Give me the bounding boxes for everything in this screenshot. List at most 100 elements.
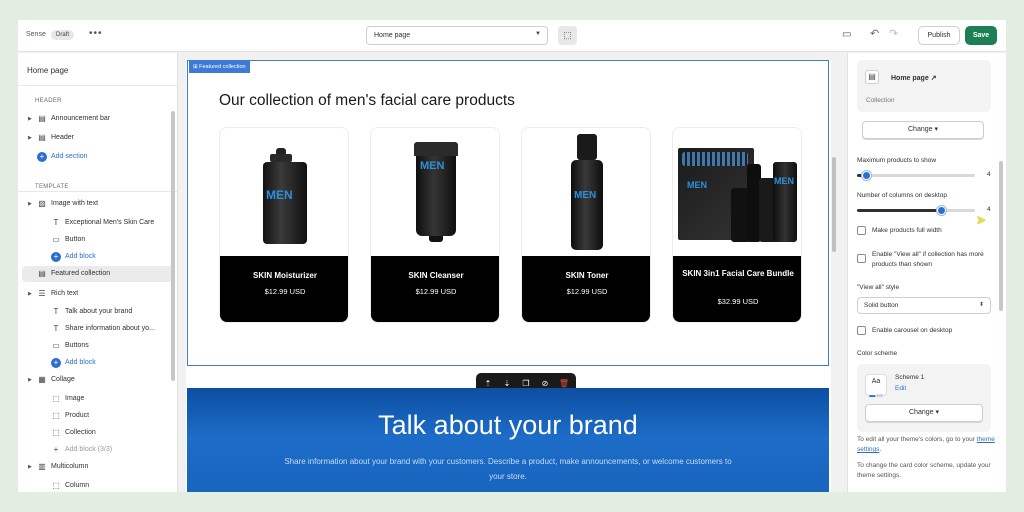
- sidebar-item[interactable]: ▤ Featured collection: [22, 266, 174, 282]
- dashed-square-icon: ⬚: [52, 411, 60, 420]
- sidebar-item[interactable]: + Add block: [18, 249, 170, 265]
- sidebar-title: Home page: [27, 66, 69, 75]
- divider: [18, 85, 177, 86]
- sidebar-item[interactable]: ▶ ▨ Image with text: [18, 196, 170, 212]
- sidebar-item[interactable]: ⬚ Collection: [18, 425, 170, 441]
- sidebar-item[interactable]: ▶ ☰ Rich text: [18, 286, 170, 302]
- change-collection-button[interactable]: Change ▾: [862, 121, 984, 139]
- full-width-label: Make products full width: [872, 227, 942, 234]
- sidebar-item-label: Share information about yo...: [65, 325, 155, 332]
- sidebar-item[interactable]: T Exceptional Men's Skin Care: [18, 215, 170, 231]
- sidebar-scrollbar[interactable]: [171, 111, 175, 381]
- caret-right-icon[interactable]: ▶: [28, 459, 32, 475]
- dashed-square-icon: ⬚: [52, 481, 60, 490]
- save-button[interactable]: Save: [965, 26, 997, 45]
- more-options-icon[interactable]: •••: [89, 28, 103, 39]
- header-group-label: HEADER: [35, 98, 62, 104]
- sidebar-item[interactable]: ▶ ▤ Header: [18, 130, 170, 146]
- columns-slider[interactable]: [857, 206, 975, 215]
- sidebar-item[interactable]: ▶ ▤ Announcement bar: [18, 111, 170, 127]
- view-all-checkbox[interactable]: [857, 254, 866, 263]
- caret-right-icon[interactable]: ▶: [28, 372, 32, 388]
- sidebar-item[interactable]: ⬚ Product: [18, 408, 170, 424]
- redo-icon[interactable]: ↷: [889, 27, 898, 40]
- columns-value: 4: [987, 206, 991, 213]
- sidebar-item[interactable]: ▭ Buttons: [18, 338, 170, 354]
- sidebar-item[interactable]: ⬚ Image: [18, 391, 170, 407]
- caret-right-icon[interactable]: ▶: [28, 111, 32, 127]
- card-scheme-note: To change the card color scheme, update …: [857, 462, 991, 479]
- max-products-label: Maximum products to show: [857, 157, 937, 164]
- max-products-slider[interactable]: [857, 171, 975, 180]
- collection-name[interactable]: Home page ↗: [891, 74, 937, 82]
- sidebar-item[interactable]: + Add section: [18, 149, 170, 165]
- caret-right-icon[interactable]: ▶: [28, 286, 32, 302]
- sidebar-item-label: Add block (3/3): [65, 446, 113, 453]
- button-icon: ▭: [52, 341, 60, 350]
- slider-knob[interactable]: [937, 206, 947, 215]
- sidebar-item[interactable]: ▭ Button: [18, 232, 170, 248]
- inspector-icon[interactable]: ⬚: [558, 26, 577, 45]
- sidebar-item-label: Collage: [51, 376, 75, 383]
- change-scheme-button[interactable]: Change ▾: [865, 404, 983, 422]
- scheme-edit-link[interactable]: Edit: [895, 385, 906, 392]
- top-bar: Sense Draft ••• Home page ▼ ⬚ ▭ ↶ ↷ Publ…: [18, 20, 1006, 52]
- sidebar-item-label: Talk about your brand: [65, 308, 133, 315]
- canvas-scrollbar[interactable]: [832, 157, 836, 252]
- dashed-square-icon: ⬚: [52, 428, 60, 437]
- sidebar-item-label: Multicolumn: [51, 463, 89, 470]
- scheme-swatch: Aa ▬ ▭: [865, 374, 887, 399]
- sidebar-item-label: Add section: [51, 153, 88, 160]
- publish-button[interactable]: Publish: [918, 26, 960, 45]
- product-logo: MEN: [574, 190, 597, 201]
- section-tag: ⊞ Featured collection: [189, 61, 250, 73]
- product-card[interactable]: MEN SKIN Toner $12.99 USD: [521, 127, 651, 323]
- caret-right-icon[interactable]: ▶: [28, 130, 32, 146]
- product-logo: MEN: [774, 176, 794, 186]
- sidebar-item[interactable]: T Share information about yo...: [18, 321, 170, 337]
- settings-panel: ▤ Home page ↗ Collection Change ▾ Maximu…: [847, 53, 1006, 492]
- sidebar-item[interactable]: ⬚ Column: [18, 478, 170, 492]
- template-group-label: TEMPLATE: [35, 184, 69, 190]
- rich-text-section[interactable]: Talk about your brand Share information …: [187, 388, 829, 492]
- settings-scrollbar[interactable]: [999, 161, 1003, 311]
- undo-icon[interactable]: ↶: [870, 27, 879, 40]
- plus-circle-icon: +: [51, 358, 61, 368]
- product-card[interactable]: MEN SKIN Cleanser $12.99 USD: [370, 127, 500, 323]
- page-select[interactable]: Home page ▼: [366, 26, 548, 45]
- product-name: SKIN 3in1 Facial Care Bundle: [682, 269, 794, 278]
- brand-text: Share information about your brand with …: [284, 457, 732, 481]
- sidebar-item[interactable]: ▶ ▦ Collage: [18, 372, 170, 388]
- sidebar-item[interactable]: + Add block: [18, 355, 170, 371]
- caret-right-icon[interactable]: ▶: [28, 196, 32, 212]
- full-width-checkbox[interactable]: [857, 226, 866, 235]
- brand-title: Talk about your brand: [378, 410, 638, 440]
- collection-type: Collection: [866, 97, 895, 104]
- sidebar-item-label: Header: [51, 134, 74, 141]
- sidebar-item[interactable]: + Add block (3/3): [18, 442, 170, 458]
- carousel-checkbox[interactable]: [857, 326, 866, 335]
- columns-icon: ▥: [38, 462, 46, 471]
- sidebar-item[interactable]: ▶ ▥ Multicolumn: [18, 459, 170, 475]
- theme-colors-note: To edit all your theme's colors, go to y…: [857, 436, 995, 453]
- rich-text-icon: ☰: [38, 289, 46, 298]
- featured-collection-section[interactable]: ⊞ Featured collection Our collection of …: [187, 60, 829, 366]
- product-image-cleanser: MEN: [371, 128, 499, 256]
- sidebar-item-label: Buttons: [65, 342, 89, 349]
- text-icon: T: [53, 324, 59, 333]
- sidebar-item[interactable]: T Talk about your brand: [18, 304, 170, 320]
- product-card[interactable]: MEN MEN SKIN 3in1 Facial Care Bundle $32…: [672, 127, 802, 323]
- text-icon: T: [53, 218, 59, 227]
- product-info: SKIN 3in1 Facial Care Bundle $32.99 USD: [673, 256, 801, 322]
- sections-sidebar: Home page HEADER TEMPLATE ▶ ▤ Announcement…: [18, 53, 178, 492]
- plus-circle-icon: +: [37, 152, 47, 162]
- collection-icon: ▤: [38, 269, 46, 278]
- color-scheme-label: Color scheme: [857, 350, 898, 357]
- product-logo: MEN: [266, 188, 293, 202]
- view-all-style-select[interactable]: Solid button ⬍: [857, 297, 991, 314]
- collection-picker-card: ▤ Home page ↗ Collection: [857, 60, 991, 112]
- sidebar-item-label: Image with text: [51, 200, 99, 207]
- product-card[interactable]: MEN SKIN Moisturizer $12.99 USD: [219, 127, 349, 323]
- slider-knob[interactable]: [861, 171, 871, 180]
- desktop-view-icon[interactable]: ▭: [842, 29, 851, 40]
